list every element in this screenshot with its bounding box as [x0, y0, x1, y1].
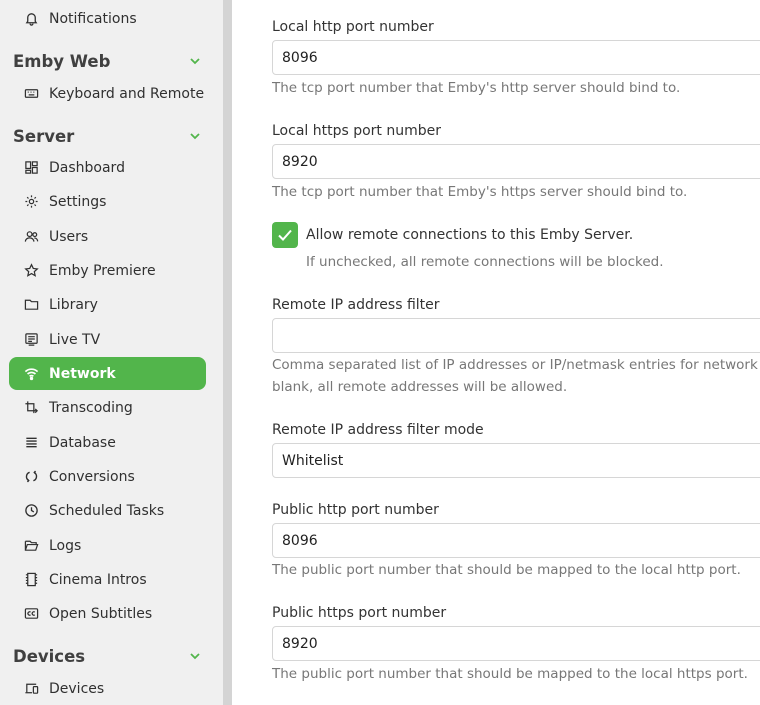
- bell-icon: [23, 11, 39, 27]
- sidebar-item-label: Keyboard and Remote: [49, 85, 205, 102]
- database-icon: [23, 435, 39, 451]
- local-http-port-label: Local http port number: [272, 19, 434, 35]
- sidebar-item-open-subtitles[interactable]: Open Subtitles: [9, 597, 206, 630]
- local-http-port-help: The tcp port number that Emby's http ser…: [272, 80, 681, 96]
- remote-ip-filter-help-line-1: Comma separated list of IP addresses or …: [272, 357, 758, 373]
- sidebar-divider[interactable]: [223, 0, 232, 705]
- public-https-port-input[interactable]: 8920: [272, 626, 760, 661]
- keyboard-icon: [23, 86, 39, 102]
- sidebar-item-library[interactable]: Library: [9, 288, 206, 321]
- devices-icon: [23, 681, 39, 697]
- sidebar-item-live-tv[interactable]: Live TV: [9, 323, 206, 356]
- section-title: Server: [13, 126, 75, 146]
- sidebar-item-label: Settings: [49, 193, 107, 210]
- section-title: Emby Web: [13, 51, 111, 71]
- sidebar-item-label: Cinema Intros: [49, 571, 147, 588]
- gear-icon: [23, 194, 39, 210]
- sidebar-item-transcoding[interactable]: Transcoding: [9, 391, 206, 424]
- sidebar-item-conversions[interactable]: Conversions: [9, 460, 206, 493]
- sidebar-item-label: Users: [49, 228, 89, 245]
- sidebar-item-logs[interactable]: Logs: [9, 529, 206, 562]
- sidebar-item-label: Open Subtitles: [49, 605, 153, 622]
- folder-open-icon: [23, 538, 39, 554]
- chevron-down-icon: [188, 54, 202, 68]
- sidebar-item-label: Live TV: [49, 331, 101, 348]
- section-header-server[interactable]: Server: [13, 123, 206, 149]
- sidebar-item-users[interactable]: Users: [9, 220, 206, 253]
- sidebar-item-scheduled-tasks[interactable]: Scheduled Tasks: [9, 494, 206, 527]
- sidebar-item-settings[interactable]: Settings: [9, 185, 206, 218]
- remote-ip-filter-mode-label: Remote IP address filter mode: [272, 422, 484, 438]
- sidebar-item-label: Emby Premiere: [49, 262, 156, 279]
- allow-remote-connections-help: If unchecked, all remote connections wil…: [306, 254, 664, 270]
- public-http-port-label: Public http port number: [272, 502, 439, 518]
- remote-ip-filter-label: Remote IP address filter: [272, 297, 440, 313]
- sidebar-item-label: Conversions: [49, 468, 135, 485]
- sidebar-item-database[interactable]: Database: [9, 426, 206, 459]
- tv-guide-icon: [23, 332, 39, 348]
- section-title: Devices: [13, 646, 86, 666]
- sidebar-item-label: Network: [49, 365, 116, 382]
- sidebar-item-label: Database: [49, 434, 116, 451]
- allow-remote-connections-label[interactable]: Allow remote connections to this Emby Se…: [306, 227, 633, 243]
- dashboard-icon: [23, 160, 39, 176]
- sidebar-item-devices[interactable]: Devices: [9, 672, 206, 705]
- local-http-port-input[interactable]: 8096: [272, 40, 760, 75]
- wifi-icon: [23, 366, 39, 382]
- sidebar-item-emby-premiere[interactable]: Emby Premiere: [9, 254, 206, 287]
- sidebar: Notifications Emby Web Keyboard and Remo…: [0, 0, 223, 705]
- section-header-emby-web[interactable]: Emby Web: [13, 48, 206, 74]
- transcode-icon: [23, 400, 39, 416]
- sidebar-item-label: Devices: [49, 680, 105, 697]
- section-header-devices[interactable]: Devices: [13, 643, 206, 669]
- sidebar-item-label: Scheduled Tasks: [49, 502, 165, 519]
- local-https-port-help: The tcp port number that Emby's https se…: [272, 184, 688, 200]
- chevron-down-icon: [188, 649, 202, 663]
- film-icon: [23, 572, 39, 588]
- sync-icon: [23, 469, 39, 485]
- checkmark-icon: [278, 229, 292, 241]
- users-icon: [23, 229, 39, 245]
- local-https-port-input[interactable]: 8920: [272, 144, 760, 179]
- remote-ip-filter-input[interactable]: [272, 318, 760, 353]
- folder-icon: [23, 297, 39, 313]
- star-icon: [23, 263, 39, 279]
- public-https-port-label: Public https port number: [272, 605, 447, 621]
- sidebar-item-cinema-intros[interactable]: Cinema Intros: [9, 563, 206, 596]
- closed-caption-icon: [23, 606, 39, 622]
- sidebar-item-dashboard[interactable]: Dashboard: [9, 151, 206, 184]
- remote-ip-filter-help-line-2: blank, all remote addresses will be allo…: [272, 379, 568, 395]
- sidebar-item-network[interactable]: Network: [9, 357, 206, 390]
- public-http-port-input[interactable]: 8096: [272, 523, 760, 558]
- public-http-port-help: The public port number that should be ma…: [272, 562, 741, 578]
- local-https-port-label: Local https port number: [272, 123, 442, 139]
- clock-icon: [23, 503, 39, 519]
- remote-ip-filter-mode-select[interactable]: Whitelist: [272, 443, 760, 478]
- chevron-down-icon: [188, 129, 202, 143]
- network-settings-form: Local http port number 8096 The tcp port…: [232, 0, 760, 705]
- remote-ip-filter-help: Comma separated list of IP addresses or …: [272, 354, 758, 398]
- sidebar-item-notifications[interactable]: Notifications: [9, 2, 206, 35]
- sidebar-item-label: Notifications: [49, 10, 137, 27]
- sidebar-item-label: Transcoding: [49, 399, 133, 416]
- public-https-port-help: The public port number that should be ma…: [272, 666, 748, 682]
- sidebar-item-label: Dashboard: [49, 159, 125, 176]
- sidebar-item-label: Logs: [49, 537, 82, 554]
- allow-remote-connections-checkbox[interactable]: [272, 222, 298, 248]
- sidebar-item-label: Library: [49, 296, 98, 313]
- sidebar-item-keyboard-and-remote[interactable]: Keyboard and Remote: [9, 77, 206, 110]
